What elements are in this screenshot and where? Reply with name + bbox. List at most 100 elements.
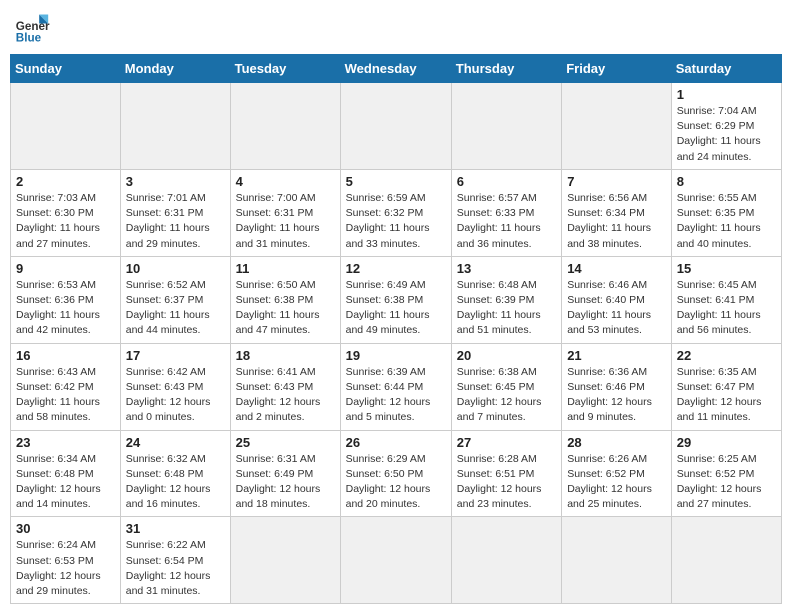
day-info: Sunrise: 6:39 AM Sunset: 6:44 PM Dayligh…	[346, 365, 446, 426]
calendar-week-2: 2Sunrise: 7:03 AM Sunset: 6:30 PM Daylig…	[11, 169, 782, 256]
calendar-cell: 20 Sunrise: 6:38 AM Sunset: 6:45 PM Dayli…	[451, 343, 561, 430]
calendar-cell: 23Sunrise: 6:34 AM Sunset: 6:48 PM Dayli…	[11, 430, 121, 517]
day-number: 20	[457, 348, 556, 363]
calendar-cell: 25 Sunrise: 6:31 AM Sunset: 6:49 PM Dayli…	[230, 430, 340, 517]
day-info: Sunrise: 6:56 AM Sunset: 6:34 PM Dayligh…	[567, 191, 666, 252]
day-info: Sunrise: 6:36 AM Sunset: 6:46 PM Dayligh…	[567, 365, 666, 426]
day-info: Sunrise: 6:22 AM Sunset: 6:54 PM Dayligh…	[126, 538, 225, 599]
day-number: 29	[677, 435, 776, 450]
day-number: 1	[677, 87, 776, 102]
calendar-cell	[11, 83, 121, 170]
day-info: Sunrise: 6:34 AM Sunset: 6:48 PM Dayligh…	[16, 452, 115, 513]
day-info: Sunrise: 6:42 AM Sunset: 6:43 PM Dayligh…	[126, 365, 225, 426]
day-info: Sunrise: 6:57 AM Sunset: 6:33 PM Dayligh…	[457, 191, 556, 252]
calendar-cell: 21Sunrise: 6:36 AM Sunset: 6:46 PM Dayli…	[562, 343, 672, 430]
day-info: Sunrise: 6:31 AM Sunset: 6:49 PM Dayligh…	[236, 452, 335, 513]
calendar-cell: 7 Sunrise: 6:56 AM Sunset: 6:34 PM Daylig…	[562, 169, 672, 256]
calendar-cell	[340, 517, 451, 604]
day-number: 7	[567, 174, 666, 189]
day-number: 27	[457, 435, 556, 450]
day-info: Sunrise: 6:26 AM Sunset: 6:52 PM Dayligh…	[567, 452, 666, 513]
calendar-cell: 29 Sunrise: 6:25 AM Sunset: 6:52 PM Dayli…	[671, 430, 781, 517]
day-number: 2	[16, 174, 115, 189]
calendar-cell: 9Sunrise: 6:53 AM Sunset: 6:36 PM Daylig…	[11, 256, 121, 343]
calendar-cell: 19 Sunrise: 6:39 AM Sunset: 6:44 PM Dayli…	[340, 343, 451, 430]
calendar-cell: 17 Sunrise: 6:42 AM Sunset: 6:43 PM Dayli…	[120, 343, 230, 430]
calendar-cell: 22 Sunrise: 6:35 AM Sunset: 6:47 PM Dayli…	[671, 343, 781, 430]
calendar-cell: 8 Sunrise: 6:55 AM Sunset: 6:35 PM Daylig…	[671, 169, 781, 256]
weekday-header-friday: Friday	[562, 55, 672, 83]
calendar-cell: 5 Sunrise: 6:59 AM Sunset: 6:32 PM Daylig…	[340, 169, 451, 256]
day-info: Sunrise: 7:01 AM Sunset: 6:31 PM Dayligh…	[126, 191, 225, 252]
day-info: Sunrise: 6:55 AM Sunset: 6:35 PM Dayligh…	[677, 191, 776, 252]
day-info: Sunrise: 6:52 AM Sunset: 6:37 PM Dayligh…	[126, 278, 225, 339]
day-number: 30	[16, 521, 115, 536]
day-number: 18	[236, 348, 335, 363]
weekday-header-sunday: Sunday	[11, 55, 121, 83]
calendar-cell: 6 Sunrise: 6:57 AM Sunset: 6:33 PM Daylig…	[451, 169, 561, 256]
day-info: Sunrise: 7:04 AM Sunset: 6:29 PM Dayligh…	[677, 104, 776, 165]
day-number: 22	[677, 348, 776, 363]
calendar-cell	[451, 517, 561, 604]
calendar-cell	[340, 83, 451, 170]
day-number: 25	[236, 435, 335, 450]
logo-icon: General Blue	[14, 10, 50, 46]
calendar-week-1: 1 Sunrise: 7:04 AM Sunset: 6:29 PM Daylig…	[11, 83, 782, 170]
calendar-cell: 10 Sunrise: 6:52 AM Sunset: 6:37 PM Dayli…	[120, 256, 230, 343]
day-number: 24	[126, 435, 225, 450]
logo: General Blue	[14, 10, 56, 46]
calendar-cell	[451, 83, 561, 170]
day-number: 17	[126, 348, 225, 363]
day-number: 19	[346, 348, 446, 363]
calendar-cell	[230, 517, 340, 604]
calendar-cell: 12 Sunrise: 6:49 AM Sunset: 6:38 PM Dayli…	[340, 256, 451, 343]
day-number: 4	[236, 174, 335, 189]
svg-text:Blue: Blue	[16, 32, 42, 45]
calendar-cell: 28 Sunrise: 6:26 AM Sunset: 6:52 PM Dayli…	[562, 430, 672, 517]
day-info: Sunrise: 6:59 AM Sunset: 6:32 PM Dayligh…	[346, 191, 446, 252]
day-number: 9	[16, 261, 115, 276]
calendar-cell: 27Sunrise: 6:28 AM Sunset: 6:51 PM Dayli…	[451, 430, 561, 517]
calendar-cell	[562, 517, 672, 604]
calendar-cell: 30Sunrise: 6:24 AM Sunset: 6:53 PM Dayli…	[11, 517, 121, 604]
calendar-body: 1 Sunrise: 7:04 AM Sunset: 6:29 PM Daylig…	[11, 83, 782, 604]
calendar-cell: 26Sunrise: 6:29 AM Sunset: 6:50 PM Dayli…	[340, 430, 451, 517]
calendar-cell: 3Sunrise: 7:01 AM Sunset: 6:31 PM Daylig…	[120, 169, 230, 256]
calendar-cell: 24 Sunrise: 6:32 AM Sunset: 6:48 PM Dayli…	[120, 430, 230, 517]
day-info: Sunrise: 6:46 AM Sunset: 6:40 PM Dayligh…	[567, 278, 666, 339]
day-info: Sunrise: 6:25 AM Sunset: 6:52 PM Dayligh…	[677, 452, 776, 513]
calendar-table: SundayMondayTuesdayWednesdayThursdayFrid…	[10, 54, 782, 604]
day-info: Sunrise: 6:35 AM Sunset: 6:47 PM Dayligh…	[677, 365, 776, 426]
day-number: 15	[677, 261, 776, 276]
calendar-cell: 4Sunrise: 7:00 AM Sunset: 6:31 PM Daylig…	[230, 169, 340, 256]
day-info: Sunrise: 6:45 AM Sunset: 6:41 PM Dayligh…	[677, 278, 776, 339]
weekday-header-monday: Monday	[120, 55, 230, 83]
day-number: 6	[457, 174, 556, 189]
day-info: Sunrise: 6:32 AM Sunset: 6:48 PM Dayligh…	[126, 452, 225, 513]
calendar-cell: 14Sunrise: 6:46 AM Sunset: 6:40 PM Dayli…	[562, 256, 672, 343]
day-info: Sunrise: 6:43 AM Sunset: 6:42 PM Dayligh…	[16, 365, 115, 426]
day-number: 16	[16, 348, 115, 363]
calendar-week-6: 30Sunrise: 6:24 AM Sunset: 6:53 PM Dayli…	[11, 517, 782, 604]
day-info: Sunrise: 6:48 AM Sunset: 6:39 PM Dayligh…	[457, 278, 556, 339]
day-number: 11	[236, 261, 335, 276]
day-number: 5	[346, 174, 446, 189]
day-number: 12	[346, 261, 446, 276]
calendar-cell	[562, 83, 672, 170]
day-number: 8	[677, 174, 776, 189]
day-info: Sunrise: 6:49 AM Sunset: 6:38 PM Dayligh…	[346, 278, 446, 339]
day-number: 28	[567, 435, 666, 450]
weekday-header-tuesday: Tuesday	[230, 55, 340, 83]
calendar-cell	[230, 83, 340, 170]
calendar-week-4: 16 Sunrise: 6:43 AM Sunset: 6:42 PM Dayli…	[11, 343, 782, 430]
calendar-cell: 18Sunrise: 6:41 AM Sunset: 6:43 PM Dayli…	[230, 343, 340, 430]
day-number: 31	[126, 521, 225, 536]
weekday-header-thursday: Thursday	[451, 55, 561, 83]
day-info: Sunrise: 6:50 AM Sunset: 6:38 PM Dayligh…	[236, 278, 335, 339]
day-number: 10	[126, 261, 225, 276]
calendar-cell	[120, 83, 230, 170]
calendar-cell: 11 Sunrise: 6:50 AM Sunset: 6:38 PM Dayli…	[230, 256, 340, 343]
weekday-header-saturday: Saturday	[671, 55, 781, 83]
day-number: 26	[346, 435, 446, 450]
day-info: Sunrise: 6:38 AM Sunset: 6:45 PM Dayligh…	[457, 365, 556, 426]
